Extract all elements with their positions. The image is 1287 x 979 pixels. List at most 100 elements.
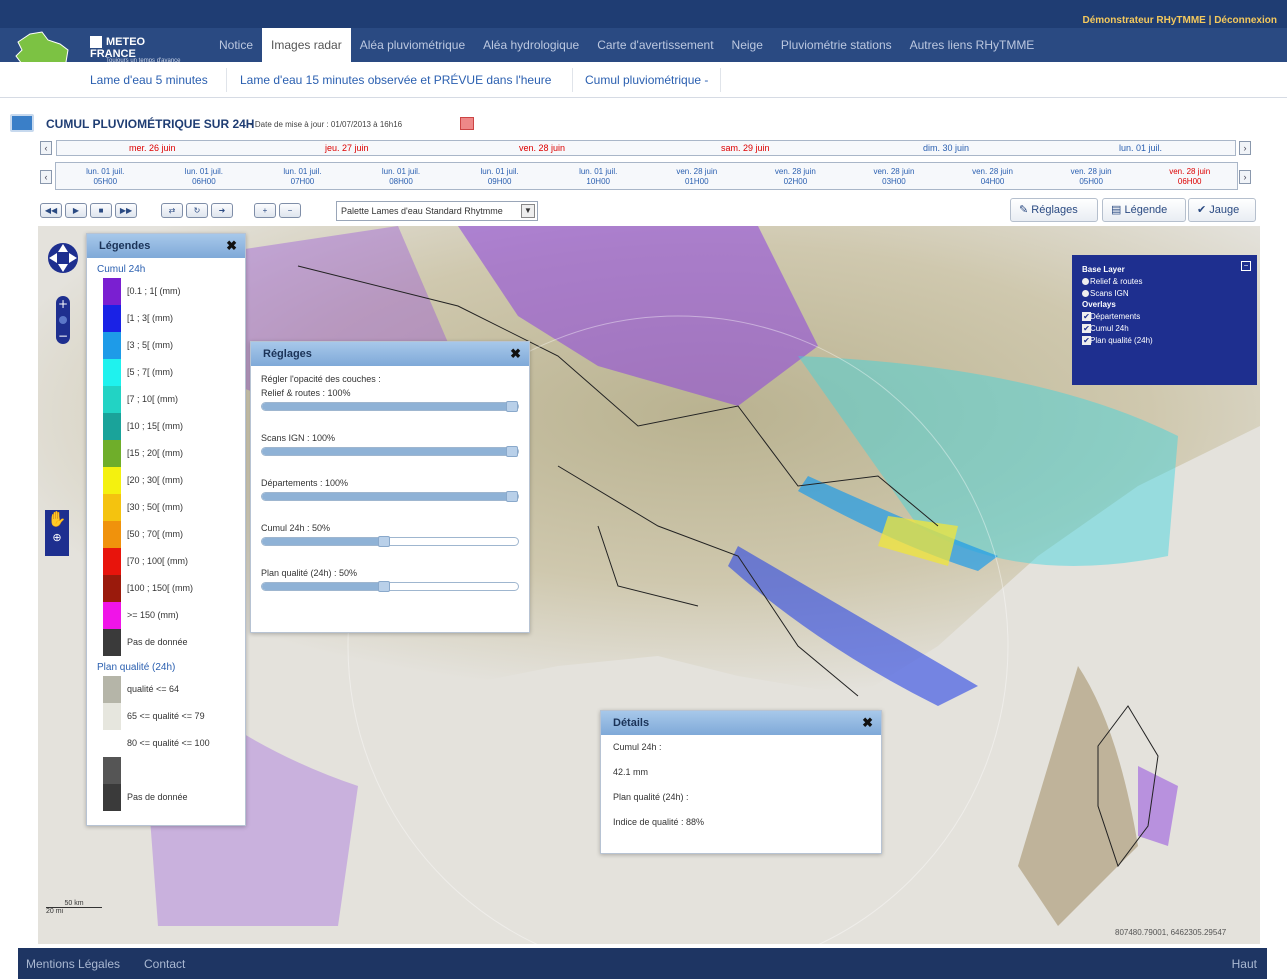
- subnav-cumul[interactable]: Cumul pluviométrique -: [585, 62, 708, 98]
- subnav-lame-5min[interactable]: Lame d'eau 5 minutes: [90, 62, 208, 98]
- slider-handle[interactable]: [506, 401, 518, 412]
- details-line: Indice de qualité : 88%: [613, 817, 705, 827]
- day-item[interactable]: dim. 30 juin: [923, 143, 969, 153]
- hour-item[interactable]: lun. 01 juil. 07H00: [257, 167, 347, 187]
- chevron-down-icon[interactable]: ▼: [521, 204, 535, 218]
- footer-contact-link[interactable]: Contact: [144, 957, 185, 971]
- sub-nav: Lame d'eau 5 minutes Lame d'eau 15 minut…: [0, 62, 1287, 98]
- zoom-box-icon[interactable]: ⊕: [52, 532, 61, 544]
- loop-button[interactable]: ⇄: [161, 203, 183, 218]
- details-header[interactable]: Détails ✖: [601, 711, 881, 735]
- user-links[interactable]: Démonstrateur RHyTMME | Déconnexion: [1083, 15, 1278, 26]
- day-item[interactable]: jeu. 27 juin: [325, 143, 369, 153]
- day-item[interactable]: sam. 29 juin: [721, 143, 770, 153]
- slider-handle[interactable]: [378, 536, 390, 547]
- nav-tab[interactable]: Autres liens RHyTMME: [901, 28, 1044, 62]
- reglages-button[interactable]: ✎ Réglages: [1010, 198, 1098, 222]
- legende-button[interactable]: ▤ Légende: [1102, 198, 1186, 222]
- day-item[interactable]: lun. 01 juil.: [1119, 143, 1162, 153]
- subnav-lame-15min[interactable]: Lame d'eau 15 minutes observée et PRÉVUE…: [240, 62, 551, 98]
- day-item[interactable]: ven. 28 juin: [519, 143, 565, 153]
- refresh-button[interactable]: ↻: [186, 203, 208, 218]
- step-back-button[interactable]: ▶: [65, 203, 87, 218]
- slider-handle[interactable]: [378, 581, 390, 592]
- hour-item[interactable]: ven. 28 juin 06H00: [1145, 167, 1235, 187]
- palette-select[interactable]: Palette Lames d'eau Standard Rhytmme ▼: [336, 201, 538, 221]
- speed-down-button[interactable]: −: [279, 203, 301, 218]
- hour-next-arrow[interactable]: ›: [1239, 170, 1251, 184]
- details-window: Détails ✖ Cumul 24h : 42.1 mm Plan quali…: [600, 710, 882, 854]
- legend-section-quality: Plan qualité (24h): [97, 662, 176, 673]
- reglages-header[interactable]: Réglages ✖: [251, 342, 529, 366]
- hour-item[interactable]: ven. 28 juin 04H00: [948, 167, 1038, 187]
- nav-tab[interactable]: Notice: [210, 28, 262, 62]
- legend-label: qualité <= 64: [127, 684, 180, 694]
- nav-tabs: Notice Images radar Aléa pluviométrique Alé…: [210, 28, 1043, 62]
- slider-track[interactable]: [261, 491, 519, 502]
- nav-tab[interactable]: Pluviométrie stations: [772, 28, 901, 62]
- hour-item[interactable]: ven. 28 juin 05H00: [1046, 167, 1136, 187]
- meteo-france-logo[interactable]: METEO FRANCE Toujours un temps d'avance: [90, 36, 190, 64]
- export-button[interactable]: ➜: [211, 203, 233, 218]
- legend-swatch: [103, 548, 121, 575]
- layer-option-scans[interactable]: Scans IGN: [1082, 289, 1257, 298]
- slider-track[interactable]: [261, 401, 519, 412]
- opacity-slider: Départements : 100%: [251, 478, 529, 502]
- legend-row: Pas de donnée: [87, 784, 245, 811]
- legend-row: >= 150 (mm): [87, 602, 245, 629]
- hour-item[interactable]: ven. 28 juin 01H00: [652, 167, 742, 187]
- legend-label: [7 ; 10[ (mm): [127, 394, 179, 404]
- hour-item[interactable]: lun. 01 juil. 10H00: [553, 167, 643, 187]
- hour-item[interactable]: lun. 01 juil. 06H00: [159, 167, 249, 187]
- footer-top-link[interactable]: Haut: [1232, 957, 1257, 971]
- legend-header[interactable]: Légendes ✖: [87, 234, 245, 258]
- layer-option-relief[interactable]: Relief & routes: [1082, 277, 1257, 286]
- hour-item[interactable]: lun. 01 juil. 09H00: [455, 167, 545, 187]
- nav-tab[interactable]: Aléa pluviométrique: [351, 28, 474, 62]
- fast-forward-button[interactable]: ▶▶: [115, 203, 137, 218]
- legend-swatch: [103, 730, 121, 757]
- close-icon[interactable]: ✖: [226, 234, 237, 258]
- slider-label: Scans IGN : 100%: [261, 433, 336, 443]
- slider-track[interactable]: [261, 581, 519, 592]
- slider-track[interactable]: [261, 446, 519, 457]
- hour-item[interactable]: ven. 28 juin 02H00: [750, 167, 840, 187]
- day-prev-arrow[interactable]: ‹: [40, 141, 52, 155]
- legend-label: [30 ; 50[ (mm): [127, 502, 184, 512]
- nav-tab[interactable]: Neige: [723, 28, 772, 62]
- hour-prev-arrow[interactable]: ‹: [40, 170, 52, 184]
- svg-text:+: +: [58, 297, 68, 311]
- legend-row: [70 ; 100[ (mm): [87, 548, 245, 575]
- layer-switcher: − Base Layer Relief & routes Scans IGN O…: [1072, 255, 1257, 385]
- hour-item[interactable]: lun. 01 juil. 05H00: [60, 167, 150, 187]
- footer-mentions-link[interactable]: Mentions Légales: [26, 957, 120, 971]
- close-icon[interactable]: ✖: [510, 342, 521, 366]
- slider-handle[interactable]: [506, 491, 518, 502]
- slider-label: Départements : 100%: [261, 478, 349, 488]
- nav-tab[interactable]: Aléa hydrologique: [474, 28, 588, 62]
- hour-item[interactable]: ven. 28 juin 03H00: [849, 167, 939, 187]
- stop-button[interactable]: ■: [90, 203, 112, 218]
- pan-control[interactable]: + −: [46, 236, 80, 351]
- map-scale: 50 km 20 mi: [46, 900, 102, 915]
- jauge-button[interactable]: ✔ Jauge: [1188, 198, 1256, 222]
- day-timeline: mer. 26 juin jeu. 27 juin ven. 28 juin s…: [56, 140, 1236, 156]
- minimize-icon[interactable]: −: [1241, 261, 1251, 271]
- speed-up-button[interactable]: +: [254, 203, 276, 218]
- hand-icon[interactable]: ✋: [48, 511, 67, 528]
- hour-item[interactable]: lun. 01 juil. 08H00: [356, 167, 446, 187]
- pan-tool[interactable]: ✋ ⊕: [45, 510, 69, 556]
- legend-swatch: [103, 494, 121, 521]
- nav-tab[interactable]: Images radar: [262, 28, 351, 62]
- overlay-plan-qualite[interactable]: ✔ Plan qualité (24h): [1082, 336, 1257, 345]
- overlay-departements[interactable]: ✔ Départements: [1082, 312, 1257, 321]
- slider-track[interactable]: [261, 536, 519, 547]
- close-icon[interactable]: ✖: [862, 711, 873, 735]
- slider-handle[interactable]: [506, 446, 518, 457]
- day-item[interactable]: mer. 26 juin: [129, 143, 176, 153]
- nav-tab[interactable]: Carte d'avertissement: [588, 28, 722, 62]
- rewind-button[interactable]: ◀◀: [40, 203, 62, 218]
- overlay-cumul[interactable]: ✔ Cumul 24h: [1082, 324, 1257, 333]
- day-next-arrow[interactable]: ›: [1239, 141, 1251, 155]
- calendar-icon[interactable]: [460, 117, 474, 130]
